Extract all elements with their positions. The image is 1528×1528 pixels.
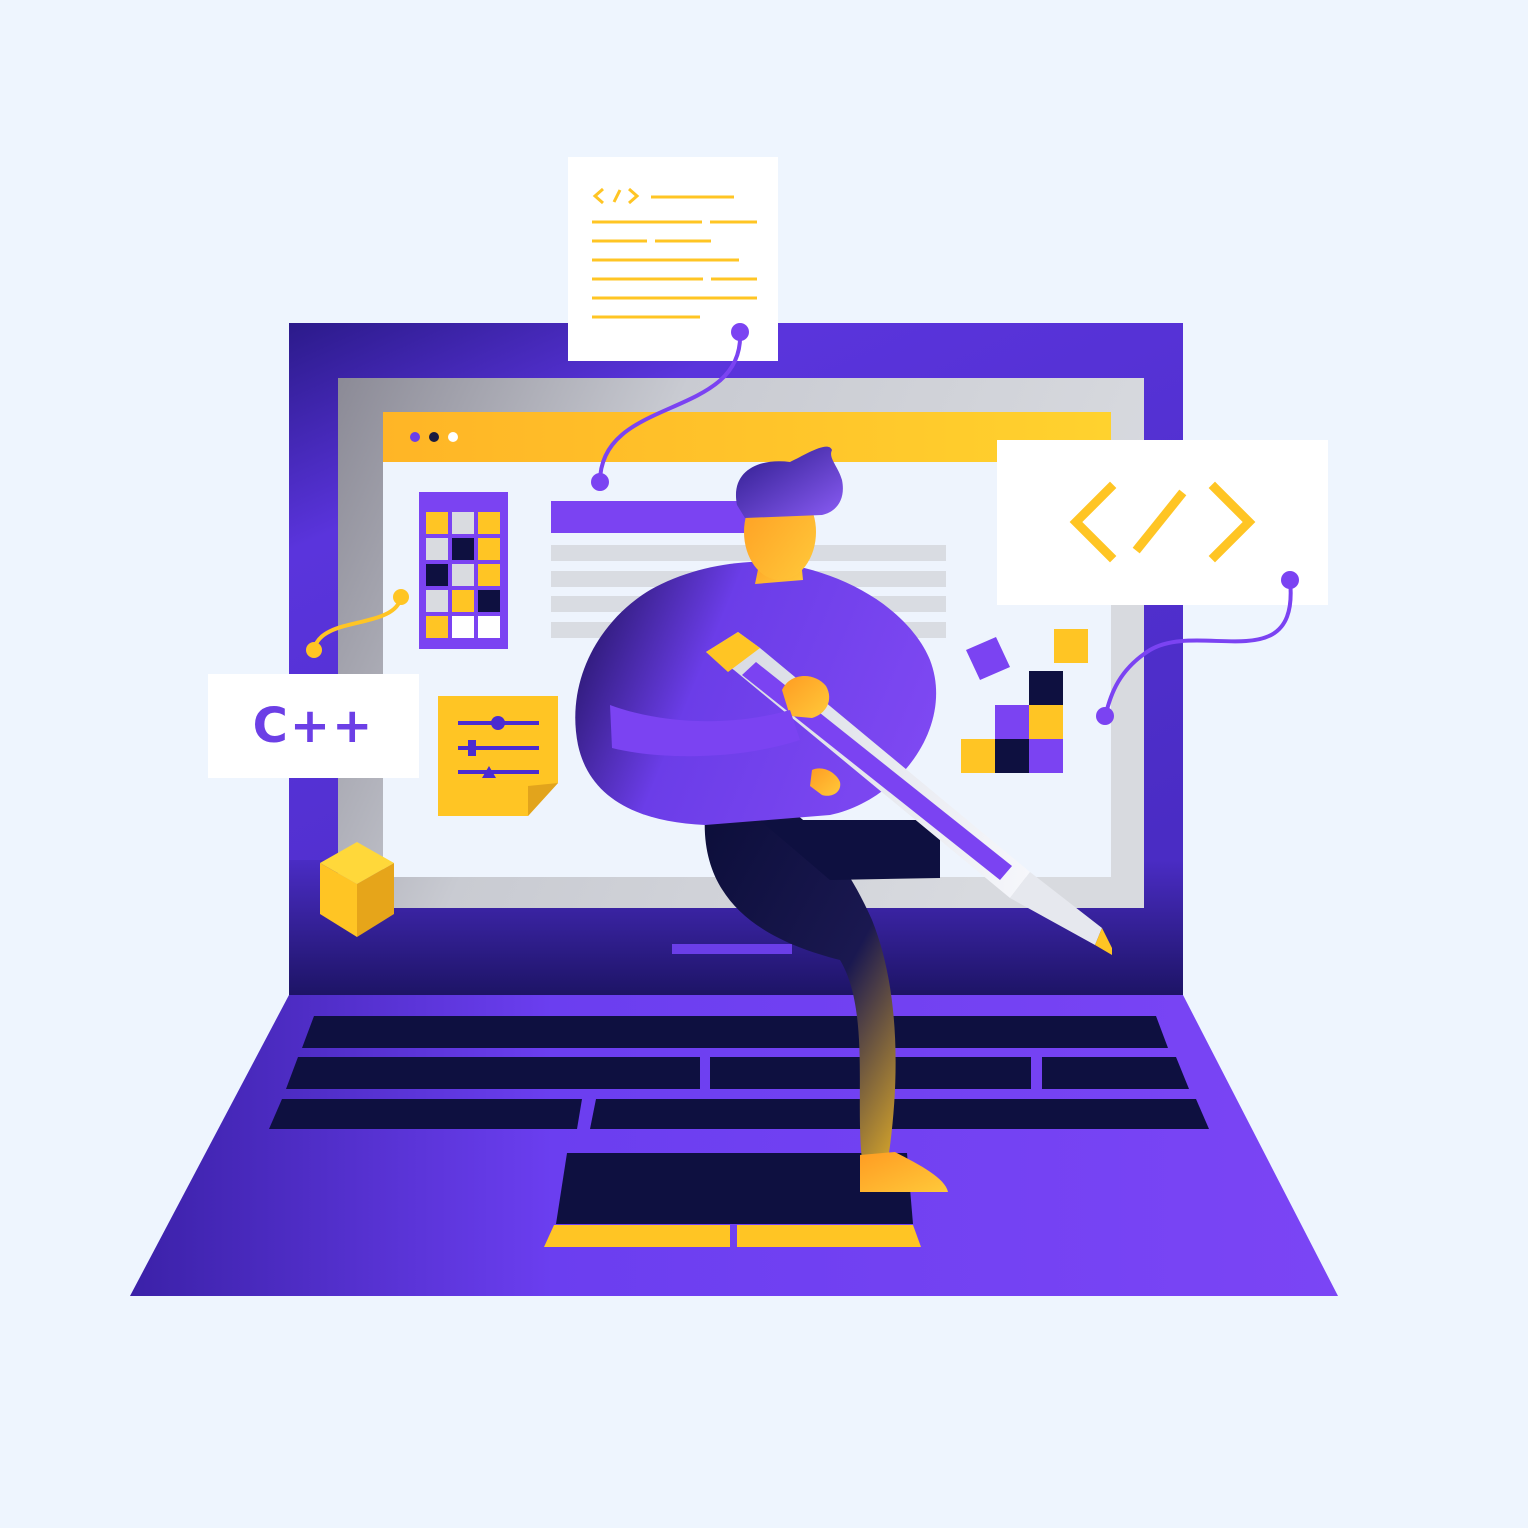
key — [269, 1099, 582, 1129]
cpp-language-card: C++ — [208, 674, 419, 778]
laptop-base — [130, 995, 1338, 1296]
key — [1042, 1057, 1189, 1089]
trackpad — [556, 1153, 913, 1224]
keyboard — [269, 1016, 1209, 1129]
grid-widget — [419, 492, 508, 649]
key-row — [302, 1016, 1168, 1048]
sticky-note — [438, 696, 558, 816]
content-heading-bar — [551, 501, 761, 533]
cpp-label: C++ — [252, 698, 375, 754]
window-dots-icon — [410, 432, 458, 442]
code-snippet-card — [997, 440, 1328, 605]
laptop-notch — [672, 944, 792, 954]
trackpad-left-button — [544, 1225, 730, 1247]
trackpad-right-button — [737, 1225, 921, 1247]
key — [590, 1099, 1209, 1129]
key — [286, 1057, 700, 1089]
